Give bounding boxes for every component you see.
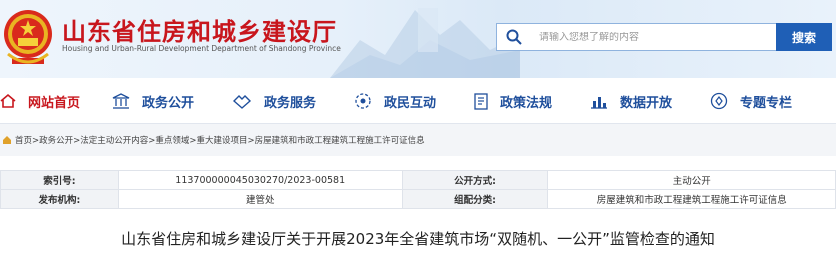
nav-item-gov-affairs[interactable]: 政务公开 (112, 88, 194, 114)
publish-method-label: 公开方式: (401, 170, 549, 190)
main-nav: 网站首页 政务公开 政务服务 政民互动 政策法规 数据开放 专题专栏 (0, 78, 836, 124)
breadcrumb-path[interactable]: 首页>政务公开>法定主动公开内容>重点领域>重大建设项目>房屋建筑和市政工程建筑… (15, 134, 425, 146)
nav-label: 政民互动 (384, 95, 437, 111)
category-value: 房屋建筑和市政工程建筑工程施工许可证信息 (547, 189, 836, 209)
breadcrumb-home-icon[interactable] (2, 135, 12, 145)
nav-label: 数据开放 (620, 95, 673, 111)
index-value: 113700000045030270/2023-00581 (117, 170, 403, 190)
site-header: 山东省住房和城乡建设厅 Housing and Urban-Rural Deve… (0, 0, 836, 78)
mountain-decoration (330, 8, 520, 78)
article-title: 山东省住房和城乡建设厅关于开展2023年全省建筑市场“双随机、一公开”监管检查的… (121, 230, 715, 248)
document-info-table: 索引号: 113700000045030270/2023-00581 公开方式:… (0, 170, 836, 209)
index-label: 索引号: (0, 170, 119, 190)
service-icon (232, 95, 252, 109)
nav-item-data-open[interactable]: 数据开放 (590, 88, 672, 114)
building-icon (112, 93, 130, 109)
nav-label: 政策法规 (500, 95, 553, 111)
nav-item-policy[interactable]: 政策法规 (474, 88, 552, 114)
publishing-org-label: 发布机构: (0, 189, 119, 209)
document-icon (474, 92, 488, 110)
chart-icon (591, 97, 607, 109)
category-label: 组配分类: (401, 189, 549, 209)
nav-label: 政务公开 (142, 95, 195, 111)
nav-item-topics[interactable]: 专题专栏 (710, 88, 792, 114)
national-emblem-icon[interactable] (2, 4, 54, 74)
interaction-icon (355, 93, 371, 109)
site-subtitle: Housing and Urban-Rural Development Depa… (62, 44, 341, 53)
home-icon (0, 93, 16, 108)
nav-item-interaction[interactable]: 政民互动 (354, 88, 436, 114)
publishing-org-value: 建管处 (117, 189, 403, 209)
publish-method-value: 主动公开 (547, 170, 836, 190)
search-icon (497, 24, 531, 50)
table-row: 发布机构: 建管处 组配分类: 房屋建筑和市政工程建筑工程施工许可证信息 (0, 189, 836, 209)
nav-item-home[interactable]: 网站首页 (0, 88, 80, 114)
search-button[interactable]: 搜索 (776, 23, 832, 51)
topic-icon (710, 92, 728, 110)
nav-item-gov-service[interactable]: 政务服务 (232, 88, 316, 114)
table-row: 索引号: 113700000045030270/2023-00581 公开方式:… (0, 170, 836, 190)
breadcrumb: 首页>政务公开>法定主动公开内容>重点领域>重大建设项目>房屋建筑和市政工程建筑… (0, 124, 836, 156)
site-title[interactable]: 山东省住房和城乡建设厅 (62, 12, 337, 47)
nav-label: 专题专栏 (740, 95, 793, 111)
nav-label: 网站首页 (28, 95, 81, 111)
nav-label: 政务服务 (264, 95, 317, 111)
search-box (496, 23, 778, 51)
search-input[interactable] (531, 31, 761, 43)
